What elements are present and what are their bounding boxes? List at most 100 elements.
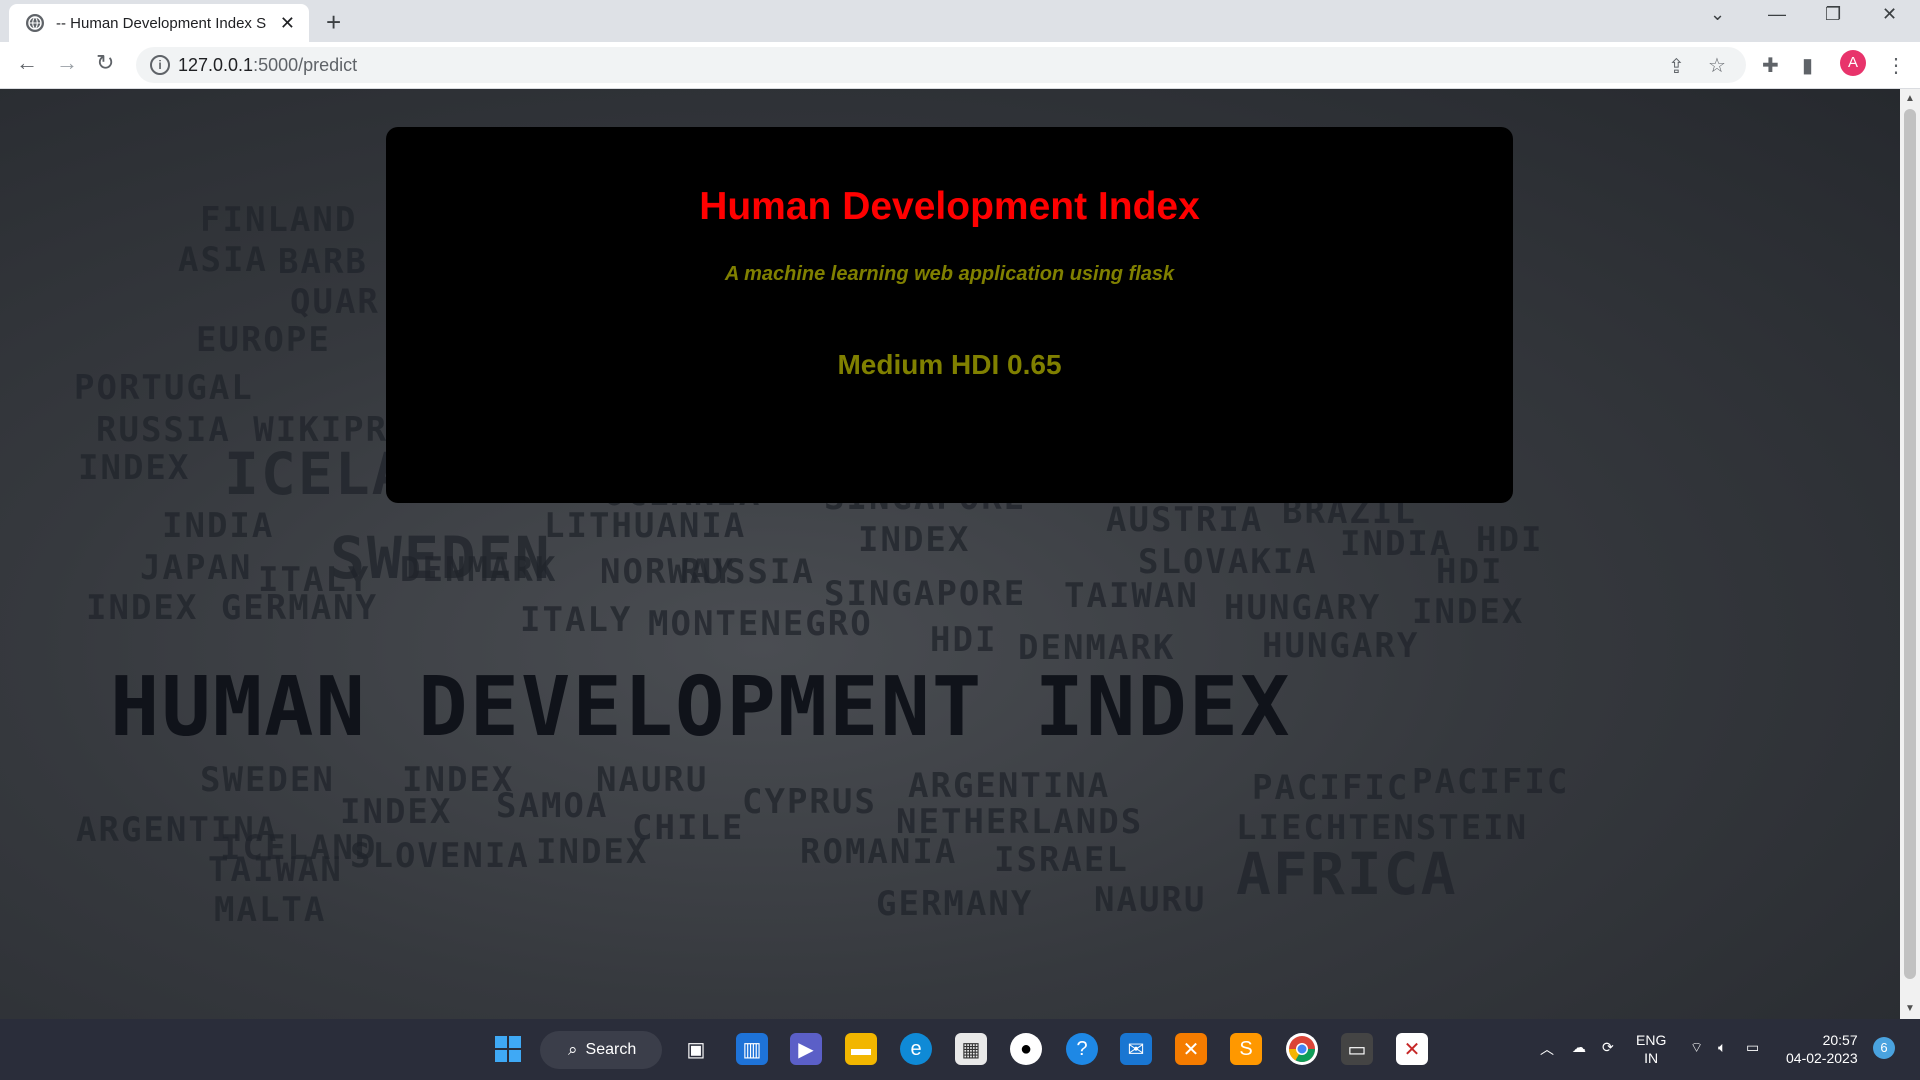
background-word: QUAR [290,282,380,322]
background-word: SLOVENIA [350,836,530,876]
background-word: INDEX [1412,592,1525,632]
side-panel-icon[interactable]: ▮ [1802,53,1813,78]
background-word: INDEX [78,448,191,488]
background-word: NAURU [596,760,709,800]
background-word: CYPRUS [742,782,877,822]
globe-icon [26,14,44,32]
start-icon[interactable] [492,1033,524,1065]
new-tab-button[interactable]: + [326,7,341,38]
menu-icon[interactable]: ⋮ [1886,53,1906,78]
address-bar[interactable]: i 127.0.0.1:5000/predict ⇪ ☆ [136,47,1746,83]
background-word: TAIWAN [1064,576,1199,616]
page-viewport: FINLAND ASIA BARB QUAR EUROPE PORTUGAL RUSSIA … [0,89,1900,1019]
page-subtitle: A machine learning web application using… [724,263,1175,285]
language-indicator[interactable]: ENG IN [1636,1031,1666,1067]
chat-icon[interactable]: ▶ [790,1033,822,1065]
background-word: DENMARK [400,550,558,590]
background-word: INDEX GERMANY [86,588,379,628]
background-word: ITALY [520,600,633,640]
background-word: INDEX [858,520,971,560]
url-text[interactable]: 127.0.0.1:5000/predict [178,55,357,76]
background-word: PACIFIC [1252,768,1410,808]
background-word: SINGAPORE [824,574,1027,614]
background-word: INDIA [162,506,275,546]
background-word: ASIA [178,240,268,280]
search-icon: ⌕ [568,1040,578,1059]
sublime-icon[interactable]: S [1230,1033,1262,1065]
background-word: INDEX [340,792,453,832]
tab-title: -- Human Development Index Sc [56,14,266,32]
notification-badge[interactable]: 6 [1873,1037,1895,1059]
scroll-down-icon[interactable]: ▼ [1905,1003,1915,1014]
background-word: FINLAND [200,200,358,240]
back-icon[interactable]: ← [16,50,38,76]
background-word: SAMOA [496,786,609,826]
background-word: GERMANY [876,884,1034,924]
sync-icon[interactable]: ⟳ [1602,1039,1614,1056]
background-word: RUSSIA [680,552,815,592]
github-icon[interactable]: ● [1010,1033,1042,1065]
share-icon[interactable]: ⇪ [1668,54,1685,79]
background-word: DENMARK [1018,628,1176,668]
scrollbar-thumb[interactable] [1904,109,1916,979]
background-word: HUMAN DEVELOPMENT INDEX [110,660,1292,755]
tab-search-icon[interactable]: ⌄ [1710,4,1725,25]
help-icon[interactable]: ? [1066,1033,1098,1065]
onedrive-icon[interactable]: ☁ [1572,1039,1586,1056]
taskbar: ⌕ Search ▣ ▥ ▶ ▬ e ▦ ● ? ✉ ✕ S ▭ ✕ ︿ ☁ ⟳… [0,1019,1920,1080]
browser-toolbar: ← → ↻ i 127.0.0.1:5000/predict ⇪ ☆ ✚ ▮ ⋮ [0,42,1920,89]
browser-tab[interactable]: -- Human Development Index Sc ✕ [9,4,309,42]
chrome-icon[interactable] [1286,1033,1318,1065]
tab-close-icon[interactable]: ✕ [280,13,295,34]
background-word: HUNGARY [1262,626,1420,666]
tray-overflow-icon[interactable]: ︿ [1540,1039,1554,1059]
site-info-icon[interactable]: i [150,55,170,75]
background-word: SWEDEN [200,760,335,800]
background-word: HDI [930,620,998,660]
background-word: HDI [1436,552,1504,592]
reload-icon[interactable]: ↻ [96,50,114,76]
restore-icon[interactable]: ❐ [1825,4,1841,25]
background-word: HUNGARY [1224,588,1382,628]
battery-icon[interactable]: ▭ [1746,1039,1759,1056]
background-word: ROMANIA [800,832,958,872]
background-word: NAURU [1094,880,1207,920]
window-close-icon[interactable]: ✕ [1882,4,1897,25]
background-word: EUROPE [196,320,331,360]
background-word: MALTA [214,890,327,930]
edge-icon[interactable]: e [900,1033,932,1065]
forward-icon[interactable]: → [56,50,78,76]
page-title: Human Development Index [699,185,1200,228]
file-explorer-icon[interactable]: ▬ [845,1033,877,1065]
background-word: AFRICA [1236,840,1458,908]
tab-strip: -- Human Development Index Sc ✕ + ⌄ — ❐ … [0,0,1920,42]
extensions-icon[interactable]: ✚ [1762,53,1779,78]
vertical-scrollbar[interactable]: ▲ ▼ [1900,89,1920,1019]
background-word: SLOVAKIA [1138,542,1318,582]
clock[interactable]: 20:57 04-02-2023 [1786,1031,1858,1067]
background-word: PACIFIC [1412,762,1570,802]
app-icon[interactable]: ✕ [1396,1033,1428,1065]
prediction-result: Medium HDI 0.65 [837,349,1062,380]
xampp-icon[interactable]: ✕ [1175,1033,1207,1065]
background-word: AUSTRIA [1106,500,1264,540]
profile-avatar[interactable]: A [1840,50,1866,76]
volume-icon[interactable]: 🔈︎ [1718,1039,1726,1056]
background-word: JAPAN [140,548,253,588]
background-word: ARGENTINA [908,766,1111,806]
widgets-icon[interactable]: ▥ [736,1033,768,1065]
background-word: CHILE [632,808,745,848]
terminal-icon[interactable]: ▭ [1341,1033,1373,1065]
wifi-icon[interactable]: ⌔ [1690,1039,1703,1057]
background-word: TAIWAN [208,850,343,890]
minimize-icon[interactable]: — [1768,4,1786,25]
mail-icon[interactable]: ✉ [1120,1033,1152,1065]
background-word: BARB [278,242,368,282]
result-panel: Human Development Index A machine learni… [386,127,1513,503]
scroll-up-icon[interactable]: ▲ [1905,93,1915,104]
bookmark-star-icon[interactable]: ☆ [1708,53,1726,78]
task-view-icon[interactable]: ▣ [680,1033,712,1065]
background-word: LITHUANIA [544,506,747,546]
store-icon[interactable]: ▦ [955,1033,987,1065]
taskbar-search[interactable]: ⌕ Search [540,1031,662,1069]
